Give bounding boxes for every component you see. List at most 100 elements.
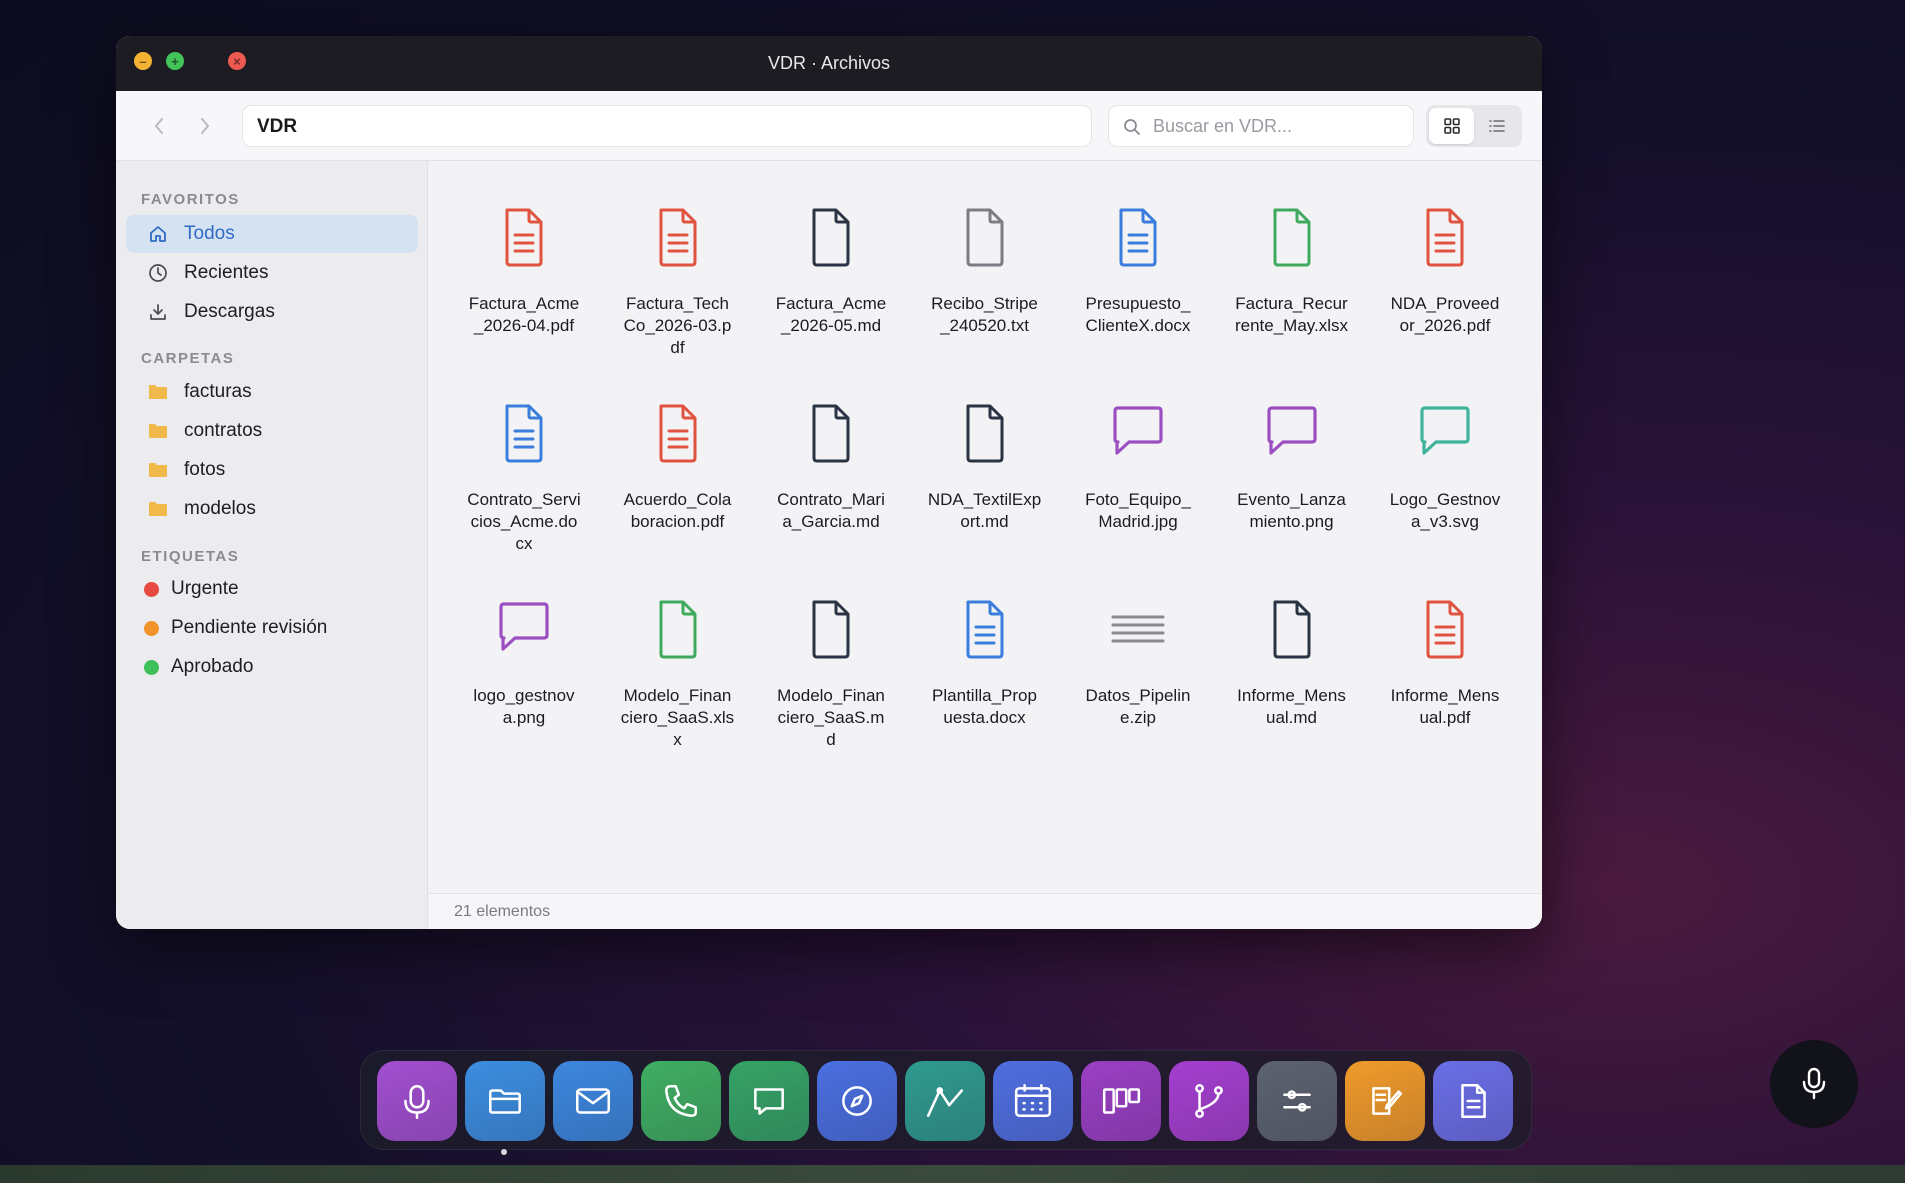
calendar-icon <box>1014 1083 1052 1117</box>
sidebar-item-fotos[interactable]: fotos <box>126 451 418 489</box>
phone-icon <box>665 1085 697 1117</box>
file-name: Factura_Recurrente_May.xlsx <box>1234 294 1349 335</box>
file-item[interactable]: Recibo_Stripe_240520.txt <box>910 207 1060 337</box>
sidebar-item-contratos[interactable]: contratos <box>126 412 418 450</box>
sidebar-item-label: Todos <box>184 223 235 244</box>
file-item[interactable]: Contrato_Maria_Garcia.md <box>756 403 906 533</box>
dock-app-mail[interactable] <box>553 1061 633 1141</box>
file-name: Informe_Mensual.md <box>1237 686 1346 727</box>
chevron-right-icon[interactable] <box>192 113 218 139</box>
file-name: Informe_Mensual.pdf <box>1390 686 1500 727</box>
file-item[interactable]: Evento_Lanzamiento.png <box>1217 403 1367 533</box>
sidebar-item-label: Recientes <box>184 262 269 283</box>
file-name: Modelo_Financiero_SaaS.xlsx <box>620 686 735 749</box>
dock-app-phone[interactable] <box>641 1061 721 1141</box>
title-bar: – + × VDR · Archivos <box>116 36 1542 91</box>
document-file-icon <box>756 599 906 671</box>
file-name: Logo_Gestnova_v3.svg <box>1389 490 1501 531</box>
file-item[interactable]: Factura_TechCo_2026-03.pdf <box>603 207 753 359</box>
mail-icon <box>575 1088 611 1114</box>
file-item[interactable]: Presupuesto_ClienteX.docx <box>1063 207 1213 337</box>
tag-label: Aprobado <box>171 656 254 677</box>
status-bar: 21 elementos <box>429 893 1542 929</box>
file-item[interactable]: Factura_Acme_2026-05.md <box>756 207 906 337</box>
search-input[interactable]: Buscar en VDR... <box>1108 105 1414 147</box>
file-item[interactable]: Plantilla_Propuesta.docx <box>910 599 1060 729</box>
file-item[interactable]: Foto_Equipo_Madrid.jpg <box>1063 403 1213 533</box>
sidebar-item-label: fotos <box>184 459 226 480</box>
close-button[interactable]: × <box>228 52 246 70</box>
file-item[interactable]: logo_gestnova.png <box>449 599 599 729</box>
file-name: logo_gestnova.png <box>473 686 575 727</box>
file-grid-area: Factura_Acme_2026-04.pdf Factura_TechCo_2… <box>429 161 1542 929</box>
document-file-icon <box>756 207 906 279</box>
git-branch-icon <box>1195 1083 1223 1119</box>
file-name: Foto_Equipo_Madrid.jpg <box>1085 490 1191 531</box>
grid-view-button[interactable] <box>1429 108 1474 144</box>
minimize-button[interactable]: – <box>134 52 152 70</box>
tag-item-pendiente[interactable]: Pendiente revisión <box>126 609 418 647</box>
sidebar-item-facturas[interactable]: facturas <box>126 373 418 411</box>
document-file-icon <box>910 403 1060 475</box>
file-item[interactable]: Informe_Mensual.md <box>1217 599 1367 729</box>
dock-app-git[interactable] <box>1169 1061 1249 1141</box>
folder-icon <box>146 458 170 482</box>
file-name: Recibo_Stripe_240520.txt <box>931 294 1038 335</box>
dock-app-messages[interactable] <box>729 1061 809 1141</box>
image-file-icon <box>1063 403 1213 475</box>
sidebar-item-recientes[interactable]: Recientes <box>126 254 418 292</box>
list-view-button[interactable] <box>1474 108 1519 144</box>
chevron-left-icon[interactable] <box>146 113 172 139</box>
file-item[interactable]: Factura_Acme_2026-04.pdf <box>449 207 599 337</box>
dock-app-browser[interactable] <box>817 1061 897 1141</box>
maximize-button[interactable]: + <box>166 52 184 70</box>
dock-app-files[interactable] <box>465 1061 545 1141</box>
dock-app-notes[interactable] <box>1345 1061 1425 1141</box>
document-file-icon <box>603 599 753 671</box>
file-item[interactable]: Logo_Gestnova_v3.svg <box>1370 403 1520 533</box>
folder-icon <box>146 380 170 404</box>
document-file-icon <box>756 403 906 475</box>
file-name: Factura_Acme_2026-04.pdf <box>468 294 580 335</box>
dock-app-settings[interactable] <box>1257 1061 1337 1141</box>
dock-app-voice[interactable] <box>377 1061 457 1141</box>
floating-mic-button[interactable] <box>1770 1040 1858 1128</box>
file-name: Factura_Acme_2026-05.md <box>775 294 887 335</box>
file-item[interactable]: Modelo_Financiero_SaaS.xlsx <box>603 599 753 751</box>
sidebar-item-label: facturas <box>184 381 252 402</box>
dock-app-kanban[interactable] <box>1081 1061 1161 1141</box>
file-name: Acuerdo_Colaboracion.pdf <box>623 490 732 531</box>
dock-app-calendar[interactable] <box>993 1061 1073 1141</box>
path-bar[interactable]: VDR <box>242 105 1092 147</box>
sidebar-item-label: modelos <box>184 498 256 519</box>
file-item[interactable]: Factura_Recurrente_May.xlsx <box>1217 207 1367 337</box>
file-item[interactable]: Modelo_Financiero_SaaS.md <box>756 599 906 751</box>
favorites-header: FAVORITOS <box>141 191 240 208</box>
file-item[interactable]: Datos_Pipeline.zip <box>1063 599 1213 729</box>
sidebar-item-descargas[interactable]: Descargas <box>126 293 418 331</box>
file-name: NDA_Proveedor_2026.pdf <box>1390 294 1500 335</box>
compass-icon <box>842 1086 872 1116</box>
download-icon <box>146 300 170 324</box>
file-item[interactable]: NDA_TextilExport.md <box>910 403 1060 533</box>
clock-icon <box>146 261 170 285</box>
dock-app-analytics[interactable] <box>905 1061 985 1141</box>
sidebar-item-modelos[interactable]: modelos <box>126 490 418 528</box>
search-icon <box>1124 119 1140 135</box>
edit-icon <box>1372 1087 1403 1115</box>
chat-icon <box>754 1088 784 1115</box>
file-item[interactable]: NDA_Proveedor_2026.pdf <box>1370 207 1520 337</box>
file-item[interactable]: Acuerdo_Colaboracion.pdf <box>603 403 753 533</box>
file-name: Presupuesto_ClienteX.docx <box>1085 294 1191 335</box>
dock-app-documents[interactable] <box>1433 1061 1513 1141</box>
sidebar-item-todos[interactable]: Todos <box>126 215 418 253</box>
tag-item-aprobado[interactable]: Aprobado <box>126 648 418 686</box>
desktop-wallpaper-strip <box>0 1165 1905 1183</box>
kanban-icon <box>1102 1088 1141 1114</box>
file-item[interactable]: Contrato_Servicios_Acme.docx <box>449 403 599 555</box>
file-name: Plantilla_Propuesta.docx <box>932 686 1037 727</box>
tag-item-urgente[interactable]: Urgente <box>126 570 418 608</box>
file-item[interactable]: Informe_Mensual.pdf <box>1370 599 1520 729</box>
file-name: Modelo_Financiero_SaaS.md <box>777 686 885 749</box>
sidebar-item-label: contratos <box>184 420 263 441</box>
